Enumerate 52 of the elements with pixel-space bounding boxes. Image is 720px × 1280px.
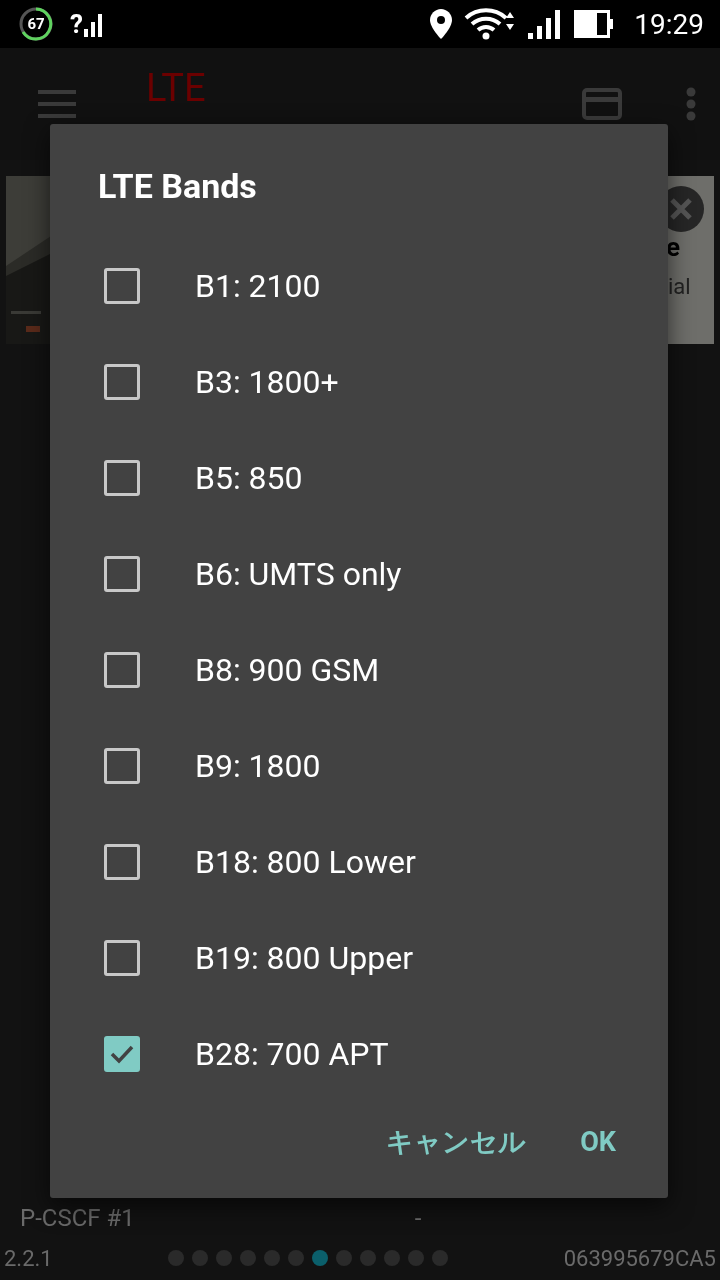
info-label: P-CSCF #1 (20, 1204, 135, 1232)
card-icon[interactable] (582, 88, 622, 120)
check-icon (110, 1044, 134, 1064)
checkbox[interactable] (104, 748, 140, 784)
page-indicator-dot[interactable] (312, 1250, 329, 1266)
checkbox[interactable] (104, 940, 140, 976)
page-indicator-dot[interactable] (408, 1250, 425, 1266)
page-indicator-dot[interactable] (432, 1250, 449, 1266)
location-icon (430, 9, 453, 39)
info-value: - (414, 1204, 422, 1232)
page-indicator-dot[interactable] (216, 1250, 233, 1266)
checkbox[interactable] (104, 268, 140, 304)
clock: 19:29 (634, 7, 704, 41)
checkbox[interactable] (104, 460, 140, 496)
band-option[interactable]: B1: 2100 (50, 238, 668, 334)
band-option[interactable]: B18: 800 Lower (50, 814, 668, 910)
band-option[interactable]: B9: 1800 (50, 718, 668, 814)
signal-icon (83, 11, 104, 37)
checkbox[interactable] (104, 364, 140, 400)
device-code: 063995679CA5 (563, 1245, 716, 1271)
page-indicator-dot[interactable] (168, 1250, 185, 1266)
band-option[interactable]: B6: UMTS only (50, 526, 668, 622)
sim-mark: ? (70, 9, 83, 39)
battery-icon (574, 10, 615, 38)
page-indicator-dot[interactable] (336, 1250, 353, 1266)
band-option[interactable]: B8: 900 GSM (50, 622, 668, 718)
page-indicator-dot[interactable] (384, 1250, 401, 1266)
ad-text: ial (668, 274, 691, 299)
page-indicator-dot[interactable] (192, 1250, 209, 1266)
cancel-button[interactable]: キャンセル (374, 1114, 539, 1170)
band-option[interactable]: B3: 1800+ (50, 334, 668, 430)
version-text: 2.2.1 (4, 1245, 53, 1271)
menu-icon[interactable] (38, 90, 76, 118)
app-title: LTE (146, 66, 206, 110)
cell-signal-icon (528, 9, 563, 39)
checkbox[interactable] (104, 652, 140, 688)
dialog-title: LTE Bands (97, 165, 258, 208)
ok-button[interactable]: OK (568, 1114, 628, 1170)
checkbox[interactable] (104, 556, 140, 592)
page-indicator-dot[interactable] (360, 1250, 377, 1266)
wifi-icon (464, 8, 517, 40)
more-icon[interactable] (686, 87, 696, 121)
page-indicator-dot[interactable] (288, 1250, 305, 1266)
page-indicator-dot[interactable] (264, 1250, 281, 1266)
band-option[interactable]: B28: 700 APT (50, 1006, 668, 1102)
data-usage-icon (18, 6, 54, 42)
checkbox[interactable] (104, 844, 140, 880)
band-option[interactable]: B19: 800 Upper (50, 910, 668, 1006)
data-usage-count: 67 (26, 15, 46, 33)
page-indicator-dot[interactable] (240, 1250, 257, 1266)
band-option[interactable]: B5: 850 (50, 430, 668, 526)
checkbox[interactable] (104, 1036, 140, 1072)
